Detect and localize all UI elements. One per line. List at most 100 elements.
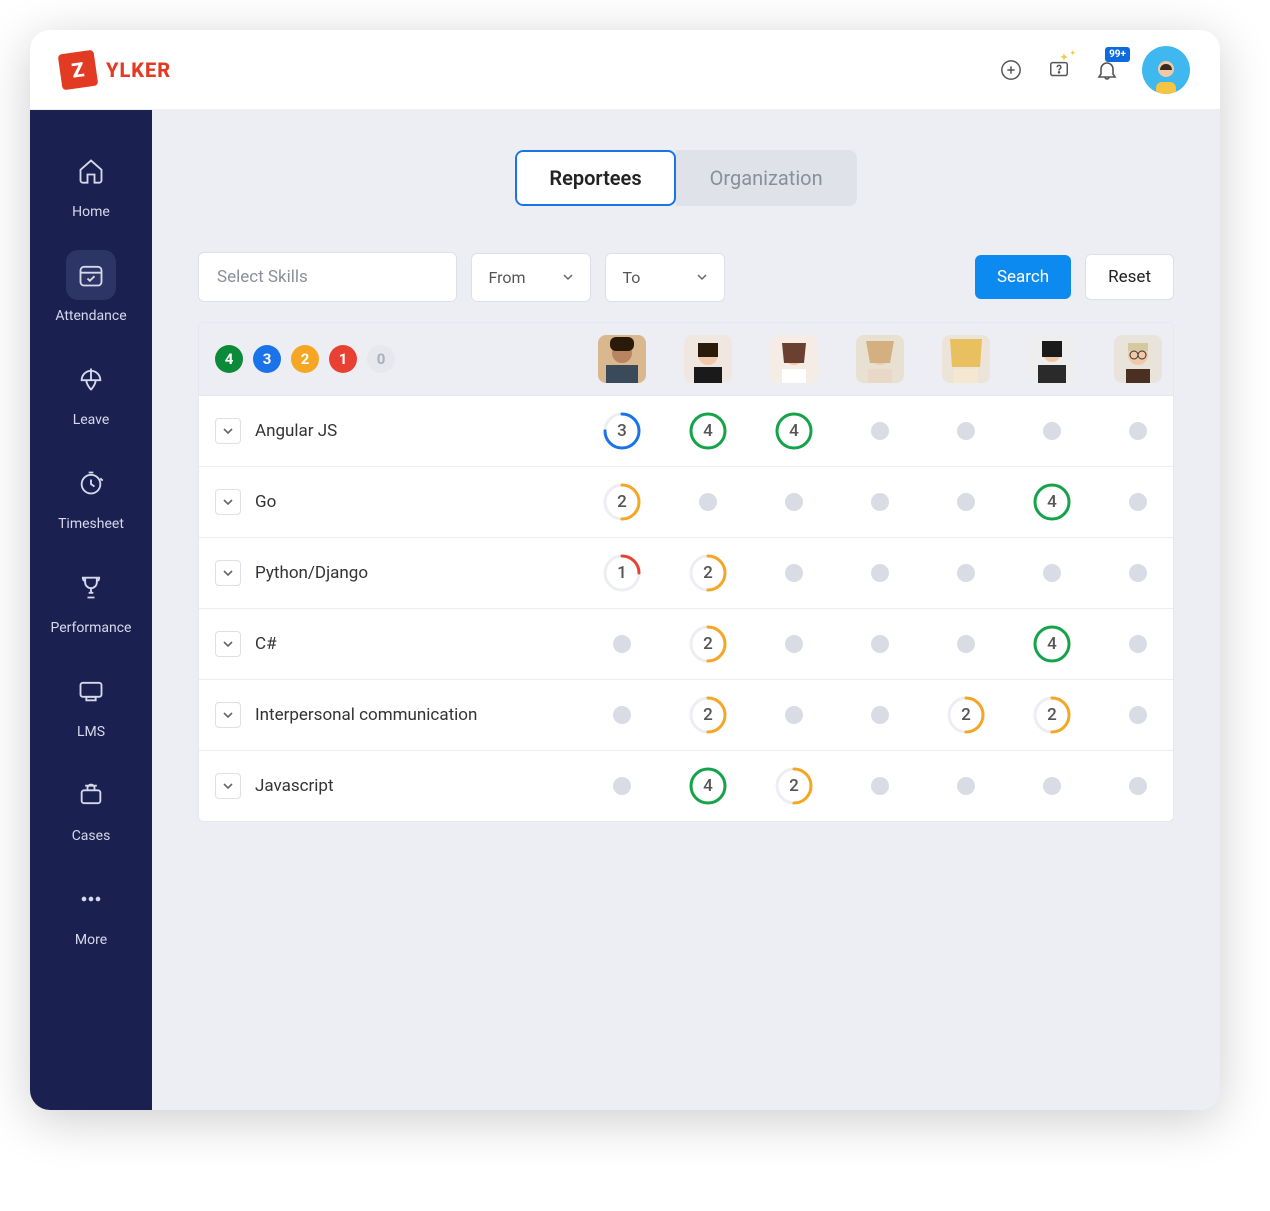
score-cell: 4 bbox=[665, 396, 751, 466]
sidebar-item-attendance[interactable]: Attendance bbox=[50, 242, 132, 332]
empty-dot-icon bbox=[785, 564, 803, 582]
score-cell bbox=[923, 751, 1009, 821]
skill-cell: Go bbox=[199, 467, 579, 537]
view-tabs: Reportees Organization bbox=[515, 150, 856, 206]
chevron-down-icon bbox=[222, 709, 234, 721]
skill-row: Python/Django 1 2 bbox=[199, 538, 1173, 609]
skill-name: Python/Django bbox=[255, 563, 368, 583]
expand-button[interactable] bbox=[215, 773, 241, 799]
skills-select[interactable]: Select Skills bbox=[198, 252, 457, 302]
expand-button[interactable] bbox=[215, 631, 241, 657]
empty-dot-icon bbox=[613, 706, 631, 724]
chevron-down-icon bbox=[222, 638, 234, 650]
sparkle-icon bbox=[1060, 49, 1078, 63]
sidebar-item-more[interactable]: More bbox=[50, 866, 132, 956]
add-button[interactable] bbox=[998, 57, 1024, 83]
chevron-down-icon bbox=[222, 567, 234, 579]
skill-name: C# bbox=[255, 634, 277, 654]
sidebar-label: More bbox=[75, 932, 107, 948]
skill-cell: Python/Django bbox=[199, 538, 579, 608]
sidebar-label: Leave bbox=[73, 412, 110, 428]
score-cell bbox=[751, 680, 837, 750]
tab-organization[interactable]: Organization bbox=[676, 150, 857, 206]
person-column[interactable] bbox=[579, 323, 665, 395]
score-cell bbox=[1009, 751, 1095, 821]
score-cell: 3 bbox=[579, 396, 665, 466]
chevron-down-icon bbox=[222, 496, 234, 508]
sidebar-label: Performance bbox=[51, 620, 132, 636]
score-ring: 2 bbox=[688, 553, 728, 593]
empty-dot-icon bbox=[1043, 564, 1061, 582]
expand-button[interactable] bbox=[215, 560, 241, 586]
score-ring: 4 bbox=[688, 411, 728, 451]
empty-dot-icon bbox=[871, 706, 889, 724]
score-cell: 2 bbox=[579, 467, 665, 537]
person-column[interactable] bbox=[837, 323, 923, 395]
notifications-button[interactable]: 99+ bbox=[1094, 57, 1120, 83]
filter-bar: Select Skills From To Search Reset bbox=[198, 252, 1174, 302]
from-select[interactable]: From bbox=[471, 253, 591, 302]
score-cell: 2 bbox=[1009, 680, 1095, 750]
sidebar-item-leave[interactable]: Leave bbox=[50, 346, 132, 436]
main-content: Reportees Organization Select Skills Fro… bbox=[152, 110, 1220, 1110]
expand-button[interactable] bbox=[215, 489, 241, 515]
sidebar-item-home[interactable]: Home bbox=[50, 138, 132, 228]
legend-4: 4 bbox=[215, 345, 243, 373]
expand-button[interactable] bbox=[215, 418, 241, 444]
score-ring: 4 bbox=[1032, 482, 1072, 522]
score-cell bbox=[837, 467, 923, 537]
reset-button[interactable]: Reset bbox=[1085, 254, 1174, 300]
help-button[interactable] bbox=[1046, 57, 1072, 83]
to-select[interactable]: To bbox=[605, 253, 725, 302]
skill-name: Javascript bbox=[255, 776, 334, 796]
brand-logo: Z YLKER bbox=[60, 52, 171, 88]
skill-row: Angular JS 3 4 4 bbox=[199, 396, 1173, 467]
score-cell bbox=[1009, 396, 1095, 466]
score-cell bbox=[923, 538, 1009, 608]
search-button[interactable]: Search bbox=[975, 255, 1071, 299]
skill-cell: Angular JS bbox=[199, 396, 579, 466]
person-column[interactable] bbox=[1095, 323, 1174, 395]
empty-dot-icon bbox=[1129, 422, 1147, 440]
person-column[interactable] bbox=[1009, 323, 1095, 395]
skill-row: Javascript 4 2 bbox=[199, 751, 1173, 821]
score-ring: 2 bbox=[774, 766, 814, 806]
from-label: From bbox=[488, 268, 525, 287]
score-cell: 2 bbox=[923, 680, 1009, 750]
user-avatar[interactable] bbox=[1142, 46, 1190, 94]
sidebar-label: Home bbox=[72, 204, 110, 220]
sidebar-item-performance[interactable]: Performance bbox=[50, 554, 132, 644]
chevron-down-icon bbox=[562, 271, 574, 283]
skill-cell: Javascript bbox=[199, 751, 579, 821]
empty-dot-icon bbox=[871, 422, 889, 440]
score-cell bbox=[1095, 609, 1174, 679]
score-ring: 2 bbox=[688, 695, 728, 735]
empty-dot-icon bbox=[957, 422, 975, 440]
sidebar: Home Attendance Leave Timesheet Performa… bbox=[30, 110, 152, 1110]
score-cell bbox=[1095, 396, 1174, 466]
sidebar-item-lms[interactable]: LMS bbox=[50, 658, 132, 748]
expand-button[interactable] bbox=[215, 702, 241, 728]
sidebar-label: LMS bbox=[77, 724, 105, 740]
skill-row: Interpersonal communication 2 2 2 bbox=[199, 680, 1173, 751]
score-cell bbox=[837, 396, 923, 466]
empty-dot-icon bbox=[957, 493, 975, 511]
empty-dot-icon bbox=[785, 706, 803, 724]
score-cell bbox=[1095, 680, 1174, 750]
legend-2: 2 bbox=[291, 345, 319, 373]
person-column[interactable] bbox=[751, 323, 837, 395]
chevron-down-icon bbox=[222, 425, 234, 437]
person-column[interactable] bbox=[665, 323, 751, 395]
skill-name: Interpersonal communication bbox=[255, 705, 477, 725]
person-column[interactable] bbox=[923, 323, 1009, 395]
score-cell bbox=[837, 538, 923, 608]
sidebar-item-timesheet[interactable]: Timesheet bbox=[50, 450, 132, 540]
score-cell bbox=[923, 396, 1009, 466]
empty-dot-icon bbox=[613, 635, 631, 653]
empty-dot-icon bbox=[1129, 706, 1147, 724]
sidebar-label: Timesheet bbox=[58, 516, 124, 532]
score-cell bbox=[579, 680, 665, 750]
score-cell bbox=[923, 467, 1009, 537]
tab-reportees[interactable]: Reportees bbox=[515, 150, 675, 206]
sidebar-item-cases[interactable]: Cases bbox=[50, 762, 132, 852]
